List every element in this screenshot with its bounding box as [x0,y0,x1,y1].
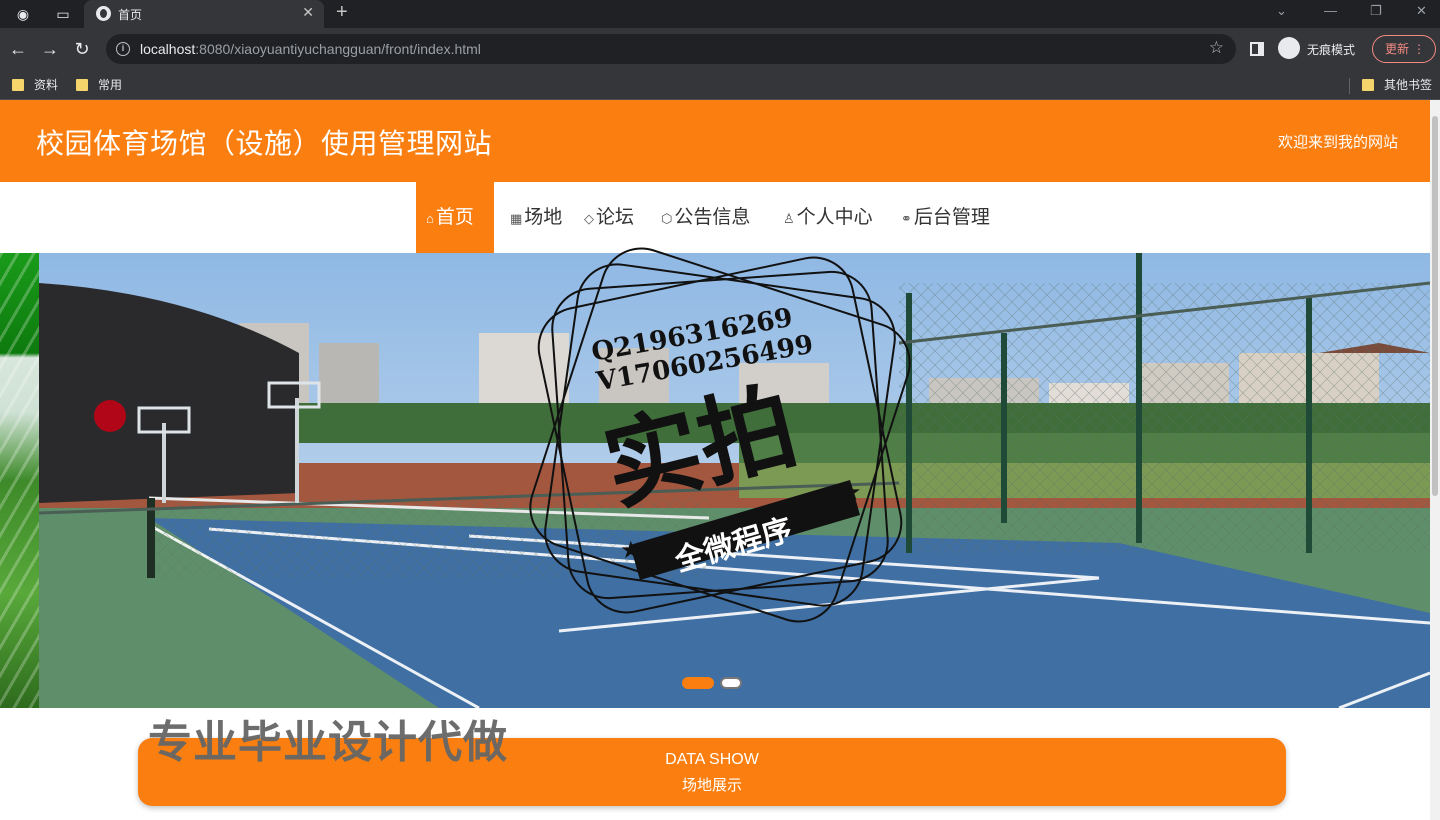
carousel-dot-1[interactable] [682,677,714,689]
nav-item-home[interactable]: ⌂ 首页 [416,182,494,253]
site-title: 校园体育场馆（设施）使用管理网站 [36,128,493,159]
forward-button[interactable]: → [38,37,62,61]
incognito-label: 无痕模式 [1307,43,1356,57]
tab-title: 首页 [118,8,143,22]
bookmark-label: 资料 [34,78,59,92]
bookmark-folder-changyong[interactable]: 常用 [76,76,122,94]
cursor-highlight [94,400,126,432]
watermark-stamp: Q2196316269 V17060256499 实拍 全微程序 ★ ★ [529,247,911,623]
browser-menu-icon[interactable]: ◉ [14,5,32,23]
bookmark-folder-other[interactable]: 其他书签 [1362,76,1432,94]
nav-label: 论坛 [596,207,635,228]
stamp-star-left: ★ [620,536,642,564]
link-icon: ⚭ [901,211,912,226]
address-bar[interactable]: i localhost:8080/xiaoyuantiyuchangguan/f… [106,34,1236,64]
reload-button[interactable]: ↻ [70,37,94,61]
data-show-title-zh: 场地展示 [681,777,742,794]
home-icon: ⌂ [426,211,434,226]
browser-tab-active[interactable]: 首页 ✕ [84,0,324,28]
welcome-text: 欢迎来到我的网站 [1277,134,1398,151]
bookmark-separator [1349,78,1350,94]
browser-tab-strip: ◉ ▭ 首页 ✕ + ⌄ — ❐ ✕ [0,0,1440,28]
folder-icon [12,79,24,91]
bookmark-label: 其他书签 [1384,78,1433,92]
nav-label: 后台管理 [913,207,990,228]
nav-label: 个人中心 [796,207,873,228]
tab-close-icon[interactable]: ✕ [302,4,314,21]
nav-label: 场地 [524,207,563,228]
bookmark-star-icon[interactable]: ☆ [1209,38,1224,58]
minimize-window-button[interactable]: — [1324,3,1337,18]
new-tab-button[interactable]: + [336,1,348,24]
site-info-icon[interactable]: i [116,42,130,56]
update-label: 更新 [1385,42,1410,56]
carousel-dot-2[interactable] [720,677,742,689]
restore-window-button[interactable]: ❐ [1370,3,1382,19]
bookmark-folder-ziliao[interactable]: 资料 [12,76,58,94]
user-icon: ♙ [783,211,795,226]
tab-overview-icon[interactable]: ▭ [54,5,72,23]
browser-toolbar: ← → ↻ i localhost:8080/xiaoyuantiyuchang… [0,28,1440,70]
promo-watermark-text: 专业毕业设计代做 [148,718,508,767]
bookmarks-bar: 资料 常用 其他书签 [0,70,1440,100]
stamp-star-right: ★ [840,478,862,506]
nav-label: 首页 [435,207,474,228]
update-button[interactable]: 更新 ⋮ [1372,35,1436,63]
nav-label: 公告信息 [674,207,751,228]
bookmark-label: 常用 [98,78,123,92]
site-header: 校园体育场馆（设施）使用管理网站 欢迎来到我的网站 [0,100,1430,182]
side-panel-icon[interactable] [1250,42,1264,56]
incognito-icon[interactable] [1278,37,1300,59]
globe-icon [96,6,111,21]
tab-search-icon[interactable]: ⌄ [1276,3,1287,19]
url-text: localhost:8080/xiaoyuantiyuchangguan/fro… [140,41,481,57]
grid-icon: ▦ [510,211,523,226]
folder-icon [76,79,88,91]
scrollbar-thumb[interactable] [1432,116,1438,496]
more-menu-icon: ⋮ [1413,42,1425,56]
box-icon: ⬡ [661,211,673,226]
back-button[interactable]: ← [6,37,30,61]
page-scrollbar[interactable] [1430,100,1440,820]
close-window-button[interactable]: ✕ [1416,3,1427,19]
folder-icon [1362,79,1374,91]
tag-icon: ◇ [584,211,594,226]
previous-slide-peek [0,253,39,708]
